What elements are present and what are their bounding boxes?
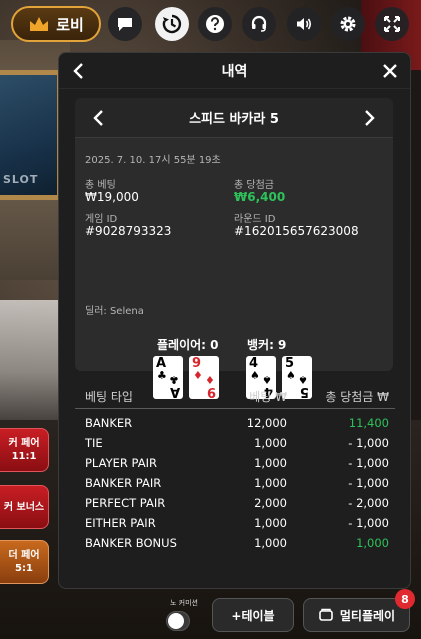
help-icon <box>206 15 224 33</box>
side-bet-label: 커 페어 <box>8 438 40 449</box>
game-id-label: 게임 ID <box>85 214 118 225</box>
headset-icon <box>251 15 267 32</box>
help-button[interactable] <box>198 7 232 41</box>
game-id-value: #9028793323 <box>85 224 172 238</box>
multiplay-label: 멀티플레이 <box>339 608 396 623</box>
sound-icon <box>297 18 312 30</box>
game-name: 스피드 바카라 5 <box>189 112 279 127</box>
table-row: BANKER BONUS 1,000 1,000 <box>75 533 395 553</box>
header-total-win: 총 당첨금 ₩ <box>325 390 389 404</box>
chevron-right-icon[interactable] <box>359 108 379 128</box>
no-commission-toggle-group: 노 커미션 <box>165 598 203 631</box>
row-bet-type: PLAYER PAIR <box>85 456 157 470</box>
history-panel: 내역 스피드 바카라 5 2025. 7. 10. 17시 55분 19초 총 … <box>58 52 411 589</box>
dealer-name: 딜러: Selena <box>85 306 144 317</box>
table-header: 베팅 타입 베팅 ₩ 총 당첨금 ₩ <box>75 385 395 409</box>
support-button[interactable] <box>242 7 276 41</box>
row-win-amount: - 2,000 <box>348 496 389 510</box>
side-bet-label: 커 보너스 <box>3 501 45 513</box>
row-bet-amount: 1,000 <box>254 536 287 550</box>
round-datetime: 2025. 7. 10. 17시 55분 19초 <box>85 155 221 166</box>
player-score: 플레이어: 0 <box>157 338 219 352</box>
close-icon[interactable] <box>380 61 400 81</box>
table-row: PERFECT PAIR 2,000 - 2,000 <box>75 493 395 513</box>
add-table-button[interactable]: +테이블 <box>212 598 294 632</box>
row-win-amount: - 1,000 <box>348 476 389 490</box>
sound-button[interactable] <box>287 7 321 41</box>
banker-score: 뱅커: 9 <box>247 338 287 352</box>
settings-icon <box>340 16 356 32</box>
fullscreen-button[interactable] <box>375 7 409 41</box>
multiplay-count-badge: 8 <box>395 589 415 609</box>
row-bet-type: BANKER <box>85 416 133 430</box>
row-win-amount: - 1,000 <box>348 456 389 470</box>
back-icon[interactable] <box>69 61 89 81</box>
row-win-amount: 1,000 <box>356 536 389 550</box>
row-bet-amount: 1,000 <box>254 476 287 490</box>
row-bet-type: EITHER PAIR <box>85 516 156 530</box>
row-win-amount: 11,400 <box>348 416 389 430</box>
row-bet-amount: 1,000 <box>254 516 287 530</box>
total-win-value: ₩6,400 <box>234 190 286 204</box>
side-bet-bonus[interactable]: 커 보너스 <box>0 485 49 529</box>
chat-button[interactable] <box>108 7 142 41</box>
row-bet-type: BANKER BONUS <box>85 536 177 550</box>
game-navigator: 스피드 바카라 5 <box>75 98 393 138</box>
panel-title: 내역 <box>221 63 248 80</box>
total-bet-value: ₩19,000 <box>85 190 139 204</box>
round-detail-card: 스피드 바카라 5 2025. 7. 10. 17시 55분 19초 총 베팅 … <box>75 98 393 399</box>
table-row: BANKER PAIR 1,000 - 1,000 <box>75 473 395 493</box>
no-commission-label: 노 커미션 <box>170 599 198 607</box>
row-bet-amount: 1,000 <box>254 436 287 450</box>
total-bet-label: 총 베팅 <box>85 180 116 191</box>
crown-icon <box>30 17 49 31</box>
row-win-amount: - 1,000 <box>348 516 389 530</box>
side-bet-pair[interactable]: 커 페어 11:1 <box>0 428 49 472</box>
header-bet-type: 베팅 타입 <box>85 390 133 404</box>
multiplay-button[interactable]: 멀티플레이 8 <box>303 589 415 632</box>
row-bet-type: BANKER PAIR <box>85 476 162 490</box>
lobby-label: 로비 <box>56 15 84 34</box>
panel-header: 내역 <box>59 53 410 89</box>
no-commission-toggle[interactable] <box>166 611 190 631</box>
bet-breakdown-table: 베팅 타입 베팅 ₩ 총 당첨금 ₩ BANKER 12,000 11,400 … <box>75 385 395 553</box>
round-id-value: #162015657623008 <box>234 224 359 238</box>
round-id-label: 라운드 ID <box>234 214 276 225</box>
fullscreen-icon <box>384 16 400 32</box>
row-bet-amount: 1,000 <box>254 456 287 470</box>
multiplay-icon <box>319 608 333 621</box>
history-button[interactable] <box>155 7 189 41</box>
chevron-left-icon[interactable] <box>89 108 109 128</box>
total-win-label: 총 당첨금 <box>234 180 274 191</box>
add-table-label: +테이블 <box>231 608 275 623</box>
table-row: BANKER 12,000 11,400 <box>75 413 395 433</box>
history-icon <box>162 14 182 34</box>
chat-icon <box>118 18 132 31</box>
lobby-button[interactable]: 로비 <box>11 6 101 42</box>
side-bet-pair-2[interactable]: 더 페어 5:1 <box>0 540 49 584</box>
top-bar: 로비 <box>0 6 421 42</box>
slot-sign: SLOT <box>3 173 39 186</box>
table-row: TIE 1,000 - 1,000 <box>75 433 395 453</box>
side-bet-payout: 11:1 <box>11 451 37 462</box>
background-painting: SLOT <box>0 70 62 200</box>
row-bet-amount: 12,000 <box>246 416 287 430</box>
header-bet-amount: 베팅 ₩ <box>249 390 287 404</box>
row-bet-type: PERFECT PAIR <box>85 496 166 510</box>
side-bet-label: 더 페어 <box>8 550 40 561</box>
row-win-amount: - 1,000 <box>348 436 389 450</box>
row-bet-amount: 2,000 <box>254 496 287 510</box>
settings-button[interactable] <box>331 7 365 41</box>
table-row: EITHER PAIR 1,000 - 1,000 <box>75 513 395 533</box>
row-bet-type: TIE <box>85 436 103 450</box>
table-row: PLAYER PAIR 1,000 - 1,000 <box>75 453 395 473</box>
side-bet-payout: 5:1 <box>15 563 33 574</box>
toggle-knob <box>168 613 184 629</box>
